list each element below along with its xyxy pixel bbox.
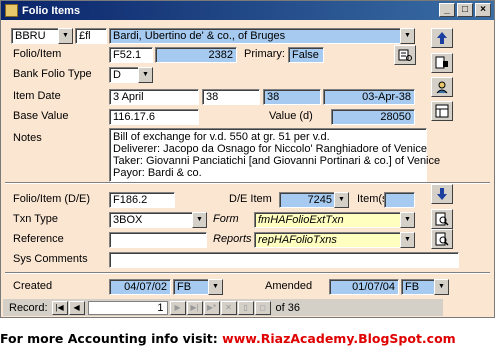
created-user-combo[interactable]: FB ▼: [173, 279, 223, 295]
sys-comments-label: Sys Comments: [13, 253, 88, 265]
created-user-value[interactable]: FB: [173, 279, 209, 295]
chevron-down-icon[interactable]: ▼: [334, 192, 349, 208]
notes-textarea[interactable]: Bill of exchange for v.d. 550 at gr. 51 …: [109, 128, 441, 182]
delete-record-button[interactable]: ✕: [220, 300, 237, 315]
value-d-field[interactable]: 28050: [331, 109, 415, 125]
bank-folio-type-label: Bank Folio Type: [13, 68, 92, 80]
item-date-text-field[interactable]: 3 April: [109, 89, 199, 105]
section-divider: [5, 182, 490, 184]
chevron-down-icon[interactable]: ▼: [400, 212, 415, 228]
created-label: Created: [13, 280, 53, 292]
maximize-button[interactable]: □: [457, 3, 473, 17]
bank-folio-type-combo[interactable]: D ▼: [109, 67, 153, 83]
notes-line: Taker: Giovanni Panciatichi [and Giovann…: [113, 155, 441, 167]
txn-type-label: Txn Type: [13, 213, 59, 225]
preview-icon[interactable]: [431, 209, 453, 229]
close-button[interactable]: ×: [475, 3, 491, 17]
folio-number-field[interactable]: 2382: [155, 47, 237, 63]
table-view-icon[interactable]: [431, 101, 453, 121]
primary-label: Primary:: [244, 48, 285, 60]
account-code-combo[interactable]: BBRU ▼: [11, 28, 73, 44]
chevron-down-icon[interactable]: ▼: [138, 67, 153, 83]
folio-item-de-label: Folio/Item (D/E): [13, 193, 91, 205]
first-record-button[interactable]: |◀: [51, 300, 68, 315]
de-item-value[interactable]: 7245: [279, 192, 335, 208]
notes-line: Bill of exchange for v.d. 550 at gr. 51 …: [113, 131, 330, 143]
record-navigator: Record: |◀ ◀ 1 ▶ ▶| ▶* ✕ ▯ ◻ of 36: [3, 299, 443, 316]
chevron-down-icon[interactable]: ▼: [400, 28, 415, 44]
txn-type-value[interactable]: 3BOX: [109, 212, 193, 228]
minimize-button[interactable]: _: [439, 3, 455, 17]
de-item-label: D/E Item: [229, 193, 272, 205]
of-label: of: [275, 301, 285, 314]
chevron-down-icon[interactable]: ▼: [208, 279, 223, 295]
edit-folio-icon[interactable]: [431, 53, 453, 73]
footer-link[interactable]: www.RiazAcademy.BlogSpot.com: [222, 331, 456, 346]
title-bar: Folio Items _ □ ×: [1, 1, 494, 20]
close-navigator-button[interactable]: ◻: [254, 300, 271, 315]
arrow-up-icon[interactable]: [431, 28, 453, 48]
amended-date-field[interactable]: 01/07/04: [329, 279, 399, 295]
previous-record-button[interactable]: ◀: [68, 300, 85, 315]
primary-field[interactable]: False: [288, 47, 324, 63]
reference-field[interactable]: [109, 232, 207, 248]
account-name-value[interactable]: Bardi, Ubertino de' & co., of Bruges: [109, 28, 401, 44]
sys-comments-field[interactable]: [109, 252, 459, 268]
report-preview-icon[interactable]: [431, 229, 453, 249]
new-record-button[interactable]: ▶*: [203, 300, 220, 315]
items-field[interactable]: [384, 192, 415, 208]
currency-field[interactable]: £fl: [75, 28, 107, 44]
section-divider: [5, 272, 490, 274]
folio-item-field[interactable]: F52.1: [109, 47, 153, 63]
next-record-button[interactable]: ▶: [169, 300, 186, 315]
account-code-value[interactable]: BBRU: [11, 28, 59, 44]
chevron-down-icon[interactable]: ▼: [434, 279, 449, 295]
person-icon[interactable]: [431, 77, 453, 97]
form-combo[interactable]: fmHAFolioExtTxn ▼: [254, 212, 415, 228]
form-value[interactable]: fmHAFolioExtTxn: [254, 212, 401, 228]
arrow-down-icon[interactable]: [431, 184, 453, 204]
account-name-combo[interactable]: Bardi, Ubertino de' & co., of Bruges ▼: [109, 28, 415, 44]
item-date-field[interactable]: 03-Apr-38: [323, 89, 415, 105]
amended-user-combo[interactable]: FB ▼: [401, 279, 449, 295]
txn-type-combo[interactable]: 3BOX ▼: [109, 212, 207, 228]
folio-items-window: Folio Items _ □ × BBRU ▼ £fl Bardi, Uber…: [0, 0, 495, 318]
footer-text: For more Accounting info visit:: [0, 331, 223, 346]
created-date-field[interactable]: 04/07/02: [109, 279, 171, 295]
form-label: Form: [213, 213, 239, 225]
notes-line: Deliverer: Jacopo da Osnago for Niccolo'…: [113, 143, 427, 155]
notes-label: Notes: [13, 132, 42, 144]
reports-combo[interactable]: repHAFolioTxns ▼: [254, 232, 415, 248]
chevron-down-icon[interactable]: ▼: [192, 212, 207, 228]
notes-line: Payor: Bardi & co.: [113, 167, 202, 179]
item-date-label: Item Date: [13, 90, 61, 102]
de-item-combo[interactable]: 7245 ▼: [279, 192, 349, 208]
value-d-label: Value (d): [269, 110, 313, 122]
chevron-down-icon[interactable]: ▼: [58, 28, 73, 44]
item-year-field[interactable]: 38: [202, 89, 260, 105]
base-value-field[interactable]: 116.17.6: [109, 109, 199, 125]
item-year2-field[interactable]: 38: [263, 89, 321, 105]
amended-label: Amended: [265, 280, 313, 292]
bank-folio-type-value[interactable]: D: [109, 67, 139, 83]
form-icon: [5, 4, 18, 17]
footer-caption: For more Accounting info visit: www.Riaz…: [0, 331, 495, 351]
folio-lookup-icon[interactable]: [394, 45, 416, 65]
folio-item-de-field[interactable]: F186.2: [109, 192, 175, 208]
reports-label: Reports: [213, 233, 252, 245]
record-label: Record:: [9, 301, 48, 314]
folio-item-label: Folio/Item: [13, 48, 62, 60]
amended-user-value[interactable]: FB: [401, 279, 435, 295]
save-record-button[interactable]: ▯: [237, 300, 254, 315]
last-record-button[interactable]: ▶|: [186, 300, 203, 315]
reports-value[interactable]: repHAFolioTxns: [254, 232, 401, 248]
chevron-down-icon[interactable]: ▼: [400, 232, 415, 248]
record-total: 36: [287, 301, 300, 314]
reference-label: Reference: [13, 233, 64, 245]
current-record-field[interactable]: 1: [87, 300, 168, 315]
base-value-label: Base Value: [13, 110, 69, 122]
window-title: Folio Items: [22, 4, 81, 17]
